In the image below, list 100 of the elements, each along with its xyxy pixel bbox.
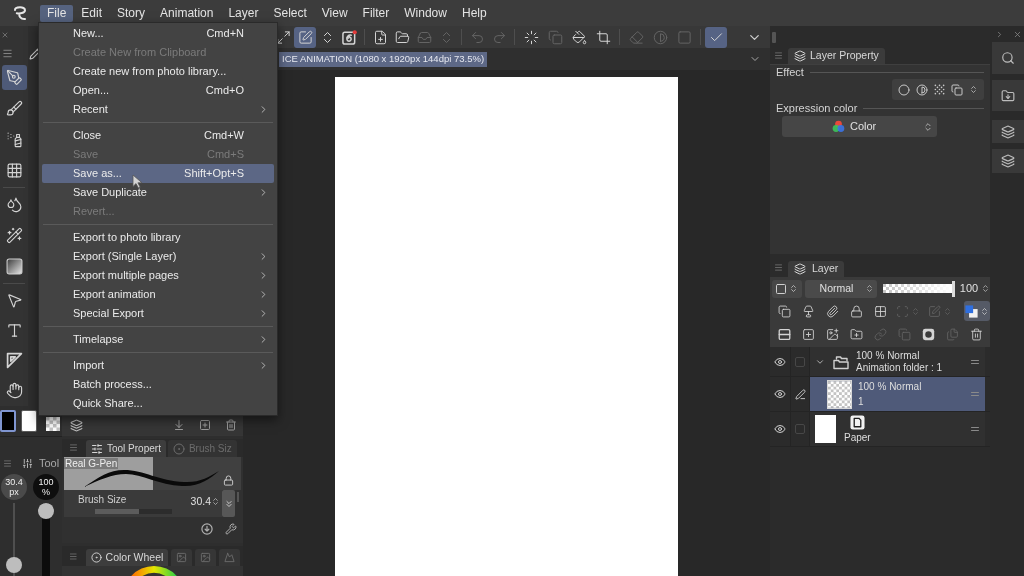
panel-button[interactable] [992,80,1024,111]
menu-item[interactable]: Close Cmd+W [42,126,274,145]
loader-icon[interactable] [523,29,539,45]
close-icon[interactable] [1,31,9,39]
trash-icon[interactable] [969,327,983,341]
menu-title[interactable]: File [40,4,74,22]
slider-thumb[interactable] [38,503,54,519]
droplets-icon[interactable] [5,196,23,213]
folder-plus-icon[interactable] [849,327,863,341]
opacity-slider[interactable] [882,280,955,297]
eye-icon[interactable] [774,355,786,368]
circle-arrow-icon[interactable] [201,523,213,535]
panel-button[interactable] [992,42,1024,74]
download-icon[interactable] [173,419,185,431]
menu-title[interactable]: Window [397,4,454,22]
close-icon[interactable] [1013,29,1022,39]
trash-icon[interactable] [225,419,237,431]
split-square-icon[interactable] [777,327,791,341]
up-down-chevron-icon[interactable] [211,497,220,506]
menu-title[interactable]: View [314,4,355,22]
checkbox[interactable] [795,424,805,434]
grid-icon[interactable] [5,162,23,179]
logo-icon[interactable] [11,5,28,21]
up-down-chevron-icon[interactable] [969,85,978,94]
grip-icon[interactable] [772,31,776,43]
panel-tab[interactable]: Layer [788,261,845,277]
menu-item[interactable]: Quick Share... [42,394,274,413]
copy-icon[interactable] [777,304,791,318]
color-dropdown[interactable]: Color [782,116,937,137]
brush-icon[interactable] [5,100,23,117]
menu-icon[interactable] [69,443,78,452]
menu-icon[interactable] [69,552,78,561]
menu-icon[interactable] [2,47,13,59]
mask-icon[interactable] [921,327,935,341]
menu-item[interactable]: Open... Cmd+O [42,81,274,100]
lamp-icon[interactable] [801,304,815,318]
eye-icon[interactable] [774,423,786,435]
panel-tab[interactable]: Color Wheel [85,549,169,566]
menu-title[interactable]: Animation [153,4,221,22]
magic-wand-icon[interactable] [5,227,23,244]
folder-icon[interactable] [394,29,410,45]
menu-item[interactable]: New... Cmd+N [42,24,274,43]
crop-icon[interactable] [595,29,611,45]
menu-icon[interactable] [774,51,783,60]
menu-title[interactable]: Story [110,4,153,22]
layer-row[interactable]: Paper [810,412,985,446]
pen-tool-button[interactable] [1,65,27,90]
gradient-icon[interactable] [5,258,23,275]
chevron-right-icon[interactable] [995,29,1004,39]
image-plus-icon[interactable] [825,327,839,341]
square-plus-icon[interactable] [801,327,815,341]
grid-icon[interactable] [873,304,887,318]
pointer-icon[interactable] [5,291,23,309]
spray-can-icon[interactable] [5,131,23,148]
color-swatch[interactable] [0,410,16,432]
panel-tab[interactable]: Layer Property [788,48,885,64]
eye-icon[interactable] [774,388,786,400]
circle-icon[interactable] [898,83,910,96]
menu-item[interactable]: Export to photo library [42,228,274,247]
slider-thumb[interactable] [6,557,22,574]
wrench-icon[interactable] [225,523,237,535]
text-tool-icon[interactable] [5,321,23,339]
menu-item[interactable]: Save as... Shift+Opt+S [42,164,274,183]
menu-icon[interactable] [774,263,783,272]
brush-size-slider[interactable] [6,503,22,576]
menu-title[interactable]: Filter [355,4,397,22]
menu-item[interactable]: Export multiple pages [42,266,274,285]
file-plus-icon[interactable] [372,29,388,45]
panel-button[interactable] [992,149,1024,173]
menu-title[interactable]: Layer [221,4,266,22]
spiral-icon[interactable] [341,29,357,45]
contrast-icon[interactable] [916,83,928,96]
paint-bucket-icon[interactable] [571,29,587,45]
panel-button[interactable] [992,120,1024,143]
menu-title[interactable]: Help [454,4,494,22]
lock-icon[interactable] [849,304,863,318]
menu-item[interactable]: Timelapse [42,330,274,349]
blend-mode-dropdown[interactable]: Normal [804,279,877,298]
menu-item[interactable]: Special Export [42,304,274,323]
menu-title[interactable]: Select [266,4,314,22]
frame-dropdown[interactable] [772,279,802,298]
menu-item[interactable]: Export (Single Layer) [42,247,274,266]
menu-item[interactable]: Save Duplicate [42,183,274,202]
transparent-swatch-icon[interactable] [46,417,60,431]
square-plus-icon[interactable] [199,419,211,431]
opacity-slider[interactable] [38,503,54,576]
canvas-tab[interactable]: ICE ANIMATION (1080 x 1920px 144dpi 73.5%) [279,51,488,67]
menu-item[interactable]: Recent [42,100,274,119]
hand-icon[interactable] [5,381,23,399]
menu-item[interactable]: Import [42,356,274,375]
menu-title[interactable]: Edit [74,4,110,22]
layers-icon[interactable] [70,418,83,432]
dots-icon[interactable] [934,84,945,95]
menu-item[interactable]: Batch process... [42,375,274,394]
menu-item[interactable]: Export animation [42,285,274,304]
up-down-chevron-icon[interactable] [981,284,990,293]
copy-icon[interactable] [951,83,963,96]
layer-row[interactable]: 100 % Normal Animation folder : 1 [810,347,985,376]
menu-item[interactable]: Create new from photo library... [42,62,274,81]
slider-thumb[interactable] [951,280,955,297]
